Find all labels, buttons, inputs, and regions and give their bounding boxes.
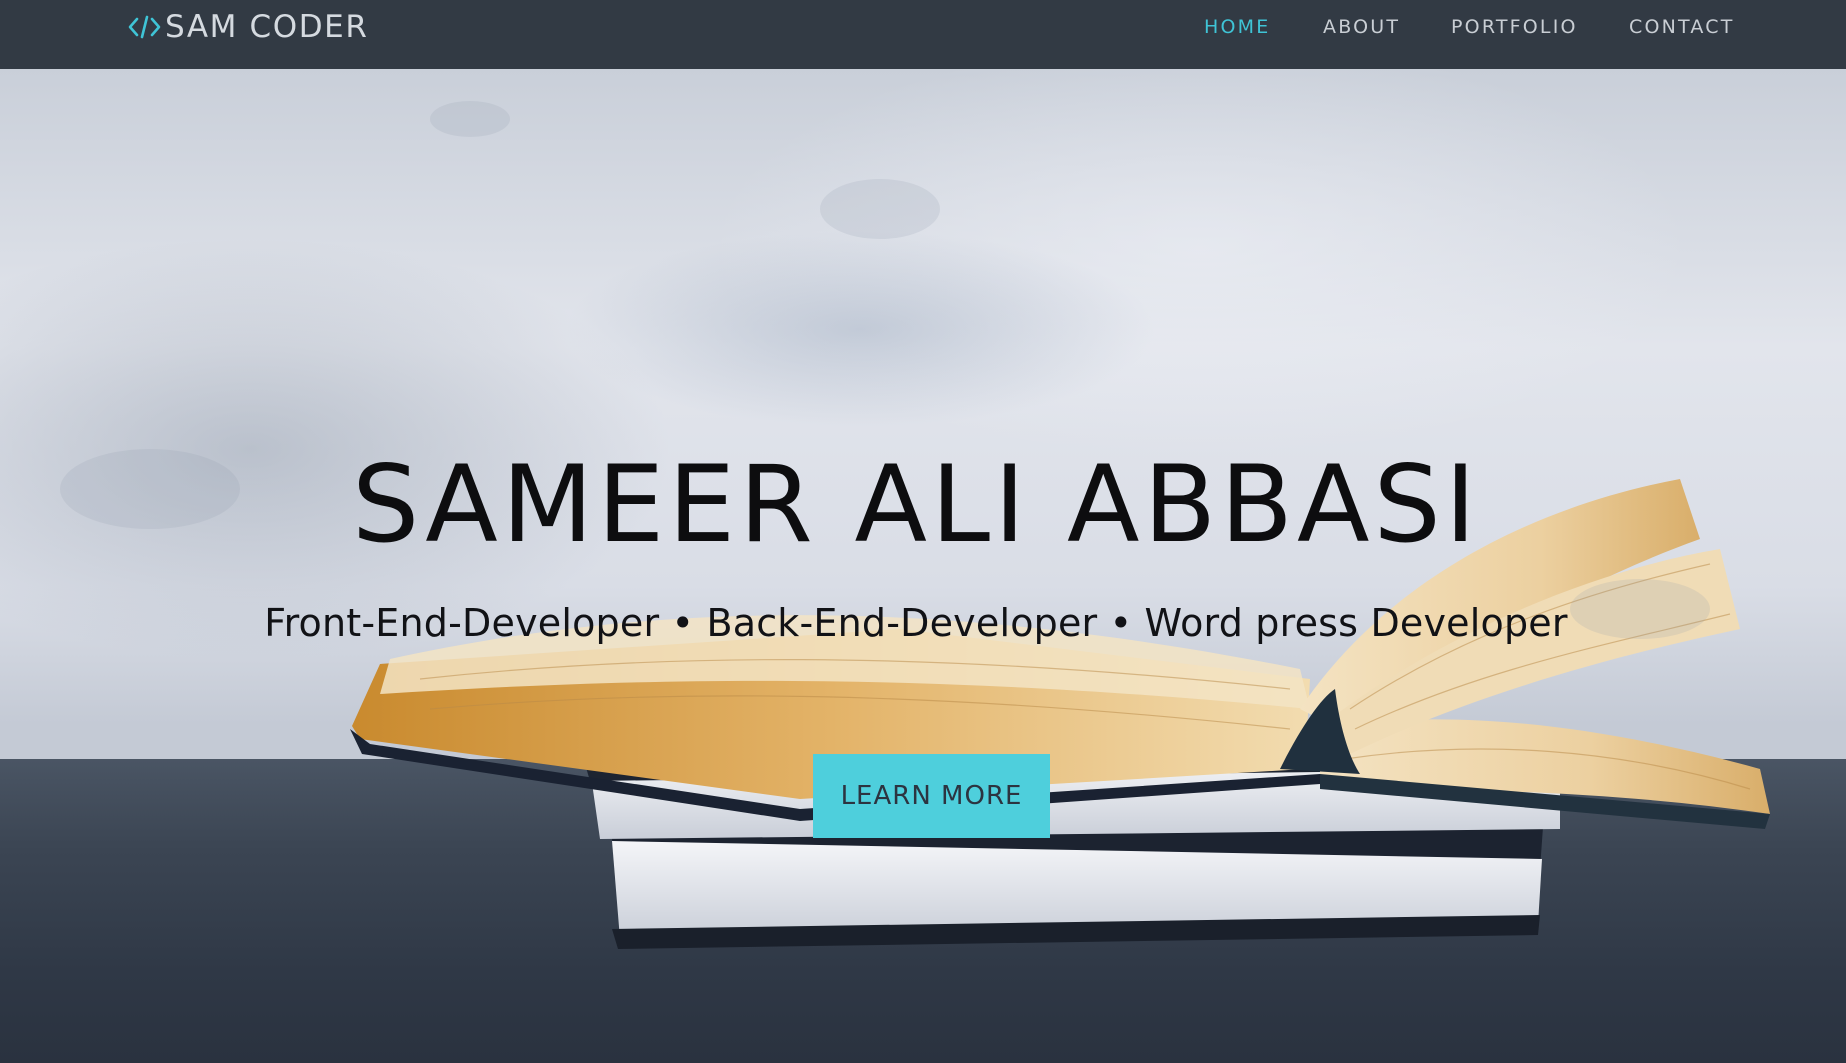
nav-item-about[interactable]: ABOUT [1323,0,1400,54]
hero-title: SAMEER ALI ABBASI [351,443,1481,566]
brand-name: SAM CODER [165,9,369,45]
open-book-illustration [60,101,1770,949]
brand-logo-link[interactable]: SAM CODER [128,0,369,54]
nav-item-contact[interactable]: CONTACT [1629,0,1735,54]
hero-subtitle: Front-End-Developer • Back-End-Developer… [264,601,1568,645]
nav-item-portfolio[interactable]: PORTFOLIO [1451,0,1578,54]
nav-item-home[interactable]: HOME [1204,0,1270,54]
hero-section: SAMEER ALI ABBASI Front-End-Developer • … [0,69,1846,1063]
learn-more-button[interactable]: LEARN MORE [813,754,1050,838]
code-brackets-icon [128,14,162,40]
top-navbar: SAM CODER HOME ABOUT PORTFOLIO CONTACT [0,0,1846,69]
